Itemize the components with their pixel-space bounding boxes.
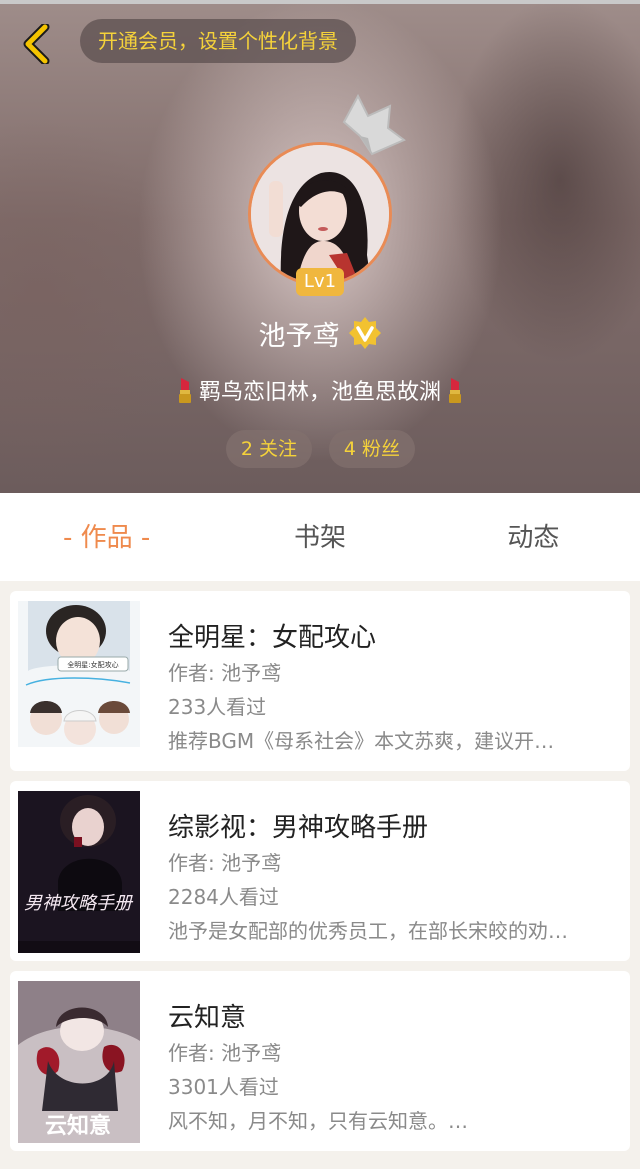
lipstick-icon (449, 378, 461, 403)
cover-title-text: 全明星:女配攻心 (67, 660, 118, 669)
level-badge: Lv1 (296, 268, 344, 296)
verified-v-icon (348, 317, 381, 349)
chevron-left-icon (23, 24, 50, 64)
work-card[interactable]: 云知意 云知意 作者: 池予鸢 3301人看过 风不知，月不知，只有云知意。… (10, 971, 630, 1151)
bio-text: 羁鸟恋旧林，池鱼思故渊 (198, 380, 441, 405)
cover-title-text: 男神攻略手册 (24, 893, 134, 914)
profile-tabs: - 作品 - 书架 动态 (0, 493, 640, 581)
work-card[interactable]: 男神攻略手册 综影视：男神攻略手册 作者: 池予鸢 2284人看过 池予是女配部… (10, 781, 630, 961)
book-cover: 全明星:女配攻心 (18, 601, 140, 763)
tab-works[interactable]: - 作品 - (0, 493, 213, 581)
profile-header: 开通会员，设置个性化背景 Lv1 池予鸢 羁鸟恋旧林，池鱼思故渊 2 关注 4 … (0, 0, 640, 493)
username: 池予鸢 (258, 320, 340, 352)
avatar-portrait (251, 145, 389, 283)
avatar-container[interactable] (248, 142, 392, 286)
book-view-count: 2284人看过 (168, 885, 279, 909)
vip-background-button[interactable]: 开通会员，设置个性化背景 (80, 19, 356, 63)
bio-row: 羁鸟恋旧林，池鱼思故渊 (0, 372, 640, 408)
followers-count-button[interactable]: 4 粉丝 (329, 430, 415, 468)
status-bar-edge (0, 0, 640, 4)
book-author: 作者: 池予鸢 (168, 1041, 282, 1065)
book-view-count: 3301人看过 (168, 1075, 279, 1099)
book-cover: 云知意 (18, 981, 140, 1143)
tab-bookshelf[interactable]: 书架 (213, 493, 426, 581)
book-author: 作者: 池予鸢 (168, 661, 282, 685)
back-button[interactable] (14, 22, 58, 66)
following-count-button[interactable]: 2 关注 (226, 430, 312, 468)
avatar (248, 142, 392, 286)
book-cover: 男神攻略手册 (18, 791, 140, 953)
book-view-count: 233人看过 (168, 695, 267, 719)
book-title: 云知意 (168, 1003, 247, 1033)
tab-activity[interactable]: 动态 (427, 493, 640, 581)
book-description: 池予是女配部的优秀员工，在部长宋皎的劝… (168, 919, 568, 943)
book-description: 推荐BGM《母系社会》本文苏爽，建议开… (168, 729, 555, 753)
name-row: 池予鸢 (0, 308, 640, 358)
work-card[interactable]: 全明星:女配攻心 全明星：女配攻心 作者: 池予鸢 233人看过 推荐BGM《母… (10, 591, 630, 771)
lipstick-icon (178, 378, 191, 403)
cover-title-text: 云知意 (45, 1113, 111, 1139)
book-author: 作者: 池予鸢 (168, 851, 282, 875)
book-title: 全明星：女配攻心 (168, 623, 377, 653)
book-description: 风不知，月不知，只有云知意。… (168, 1109, 468, 1133)
book-title: 综影视：男神攻略手册 (168, 813, 429, 843)
